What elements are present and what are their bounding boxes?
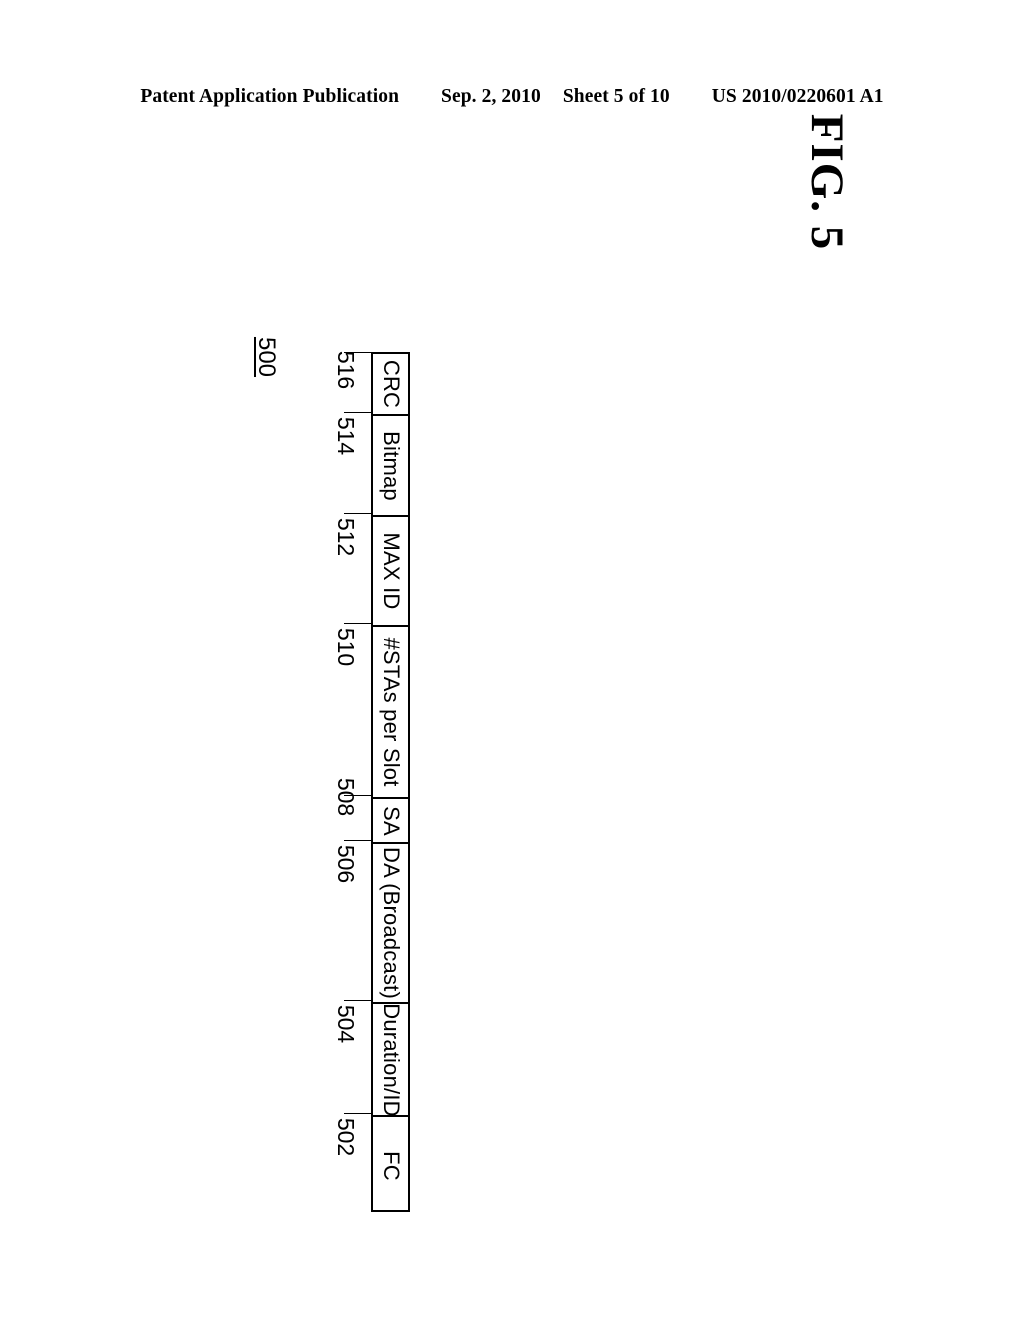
frame-field-label: MAX ID [378, 532, 404, 610]
frame-field-max-id: MAX ID [373, 515, 408, 625]
frame-field-label: Duration/ID [378, 1002, 404, 1117]
reference-numeral-504: 504 [333, 1004, 359, 1044]
frame-field-fc: FC [373, 1115, 408, 1214]
reference-numeral-508: 508 [333, 777, 359, 817]
reference-numeral-512: 512 [333, 517, 359, 557]
frame-field-label: #STAs per Slot [378, 637, 404, 787]
figure-reference-500: 500 [253, 336, 280, 378]
frame-field-label: CRC [378, 359, 404, 409]
frame-field-label: DA (Broadcast) [378, 847, 404, 999]
reference-numeral-516: 516 [333, 350, 359, 390]
frame-field-sa: SA [373, 797, 408, 842]
reference-numeral-510: 510 [333, 627, 359, 667]
frame-field-stas-per-slot: #STAs per Slot [373, 625, 408, 797]
frame-field-label: FC [378, 1150, 404, 1181]
page-header: Patent Application Publication Sep. 2, 2… [0, 86, 1024, 112]
header-date: Sep. 2, 2010 [441, 86, 541, 107]
frame-field-duration-id: Duration/ID [373, 1002, 408, 1117]
header-publication: Patent Application Publication [140, 86, 400, 107]
frame-field-crc: CRC [373, 354, 408, 414]
frame-field-label: SA [378, 805, 404, 836]
reference-numeral-502: 502 [333, 1117, 359, 1157]
reference-numeral-506: 506 [333, 844, 359, 884]
frame-field-label: Bitmap [378, 430, 404, 501]
patent-drawing-page: Patent Application Publication Sep. 2, 2… [0, 0, 1024, 1320]
frame-field-bitmap: Bitmap [373, 414, 408, 515]
figure-caption: FIG. 5 [801, 113, 853, 251]
header-sheet: Sheet 5 of 10 [562, 86, 670, 107]
frame-format-table: CRC Bitmap MAX ID #STAs per Slot SA DA (… [371, 352, 410, 1212]
reference-numeral-514: 514 [333, 416, 359, 456]
frame-field-da-broadcast: DA (Broadcast) [373, 842, 408, 1002]
